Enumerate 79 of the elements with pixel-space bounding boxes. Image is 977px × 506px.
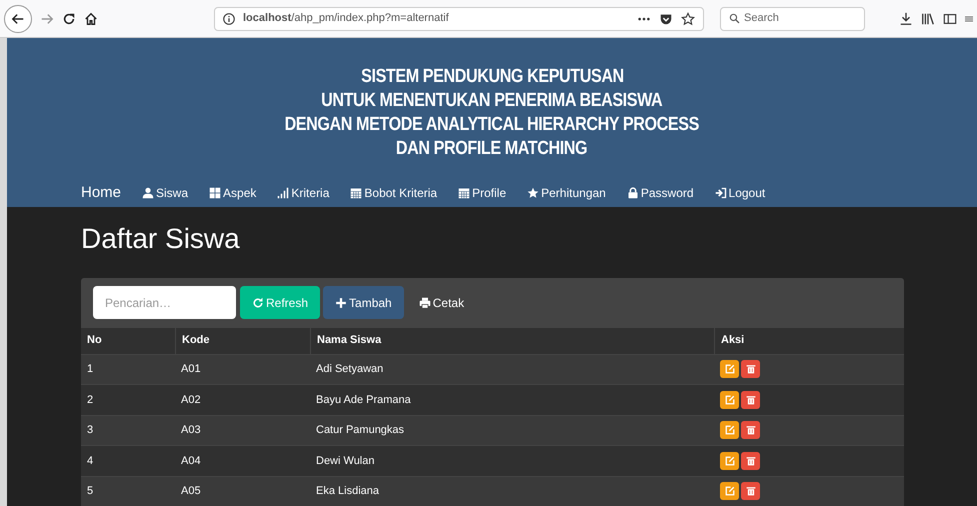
delete-button[interactable] (741, 390, 760, 409)
title-line: DENGAN METODE ANALYTICAL HIERARCHY PROCESS (284, 113, 700, 137)
nav-link[interactable]: Password (626, 184, 694, 202)
printer-icon (418, 296, 431, 308)
lock-icon (626, 187, 639, 200)
edit-button[interactable] (720, 452, 739, 470)
calendar-icon (458, 187, 470, 200)
nav-link[interactable]: Perhitungan (527, 184, 606, 202)
table-cell-text: 2 (86, 392, 94, 408)
table-cell-text: A02 (180, 392, 202, 408)
add-button[interactable]: Tambah (323, 286, 404, 319)
title-line: UNTUK MENENTUKAN PENERIMA BEASISWA (321, 89, 663, 113)
table-cell-text: A04 (180, 454, 202, 468)
signal-bars-icon (277, 187, 290, 200)
edit-button[interactable] (720, 482, 739, 500)
trash-icon (746, 456, 756, 466)
delete-button[interactable] (741, 452, 760, 470)
forward-arrow-icon[interactable] (40, 12, 54, 26)
edit-icon (724, 486, 734, 496)
delete-button[interactable] (741, 360, 760, 378)
nav-link[interactable]: Aspek (209, 184, 256, 202)
trash-icon (746, 486, 756, 496)
table-cell-text: 3 (86, 423, 94, 438)
title-line: SISTEM PENDUKUNG KEPUTUSAN (360, 65, 624, 89)
edit-button[interactable] (720, 390, 739, 409)
table-cell-text: 4 (86, 454, 94, 468)
delete-button[interactable] (741, 482, 760, 500)
refresh-icon (252, 296, 264, 308)
column-header: No (86, 333, 103, 348)
print-button[interactable]: Cetak (406, 286, 476, 319)
grid-icon (209, 187, 222, 200)
edit-button[interactable] (720, 421, 739, 440)
table-cell-text: 1 (86, 362, 94, 377)
login-arrow-icon (714, 187, 727, 200)
nav-link[interactable]: Bobot Kriteria (350, 184, 438, 202)
table-cell-text: Eka Lisdiana (315, 484, 380, 499)
star-icon (527, 187, 540, 200)
table-cell-text: A05 (180, 484, 202, 499)
trash-icon (746, 364, 756, 374)
trash-icon (746, 394, 756, 405)
calendar-icon (350, 187, 362, 200)
user-icon (142, 187, 154, 200)
edit-icon (724, 456, 734, 466)
table-cell-text: Adi Setyawan (315, 362, 384, 377)
title-line: DAN PROFILE MATCHING (396, 137, 588, 161)
table-cell-text: A03 (180, 423, 202, 438)
table-cell-text: Catur Pamungkas (315, 423, 406, 438)
nav-link[interactable]: Profile (458, 184, 506, 202)
plus-icon (335, 296, 348, 308)
search-field[interactable]: Pencarian… (93, 286, 236, 319)
nav-link[interactable]: Siswa (142, 184, 188, 202)
table-cell-text: A01 (180, 362, 202, 377)
sidebar-icon[interactable] (943, 12, 957, 26)
download-icon[interactable] (899, 12, 913, 26)
edit-icon (724, 364, 734, 374)
nav-link[interactable]: Logout (714, 184, 766, 202)
trash-icon (746, 425, 756, 436)
home-icon[interactable] (84, 12, 98, 26)
page-title: Daftar Siswa (81, 222, 241, 256)
back-button[interactable] (4, 4, 32, 32)
delete-button[interactable] (741, 421, 760, 440)
search-field[interactable]: Search (720, 6, 865, 30)
home-link[interactable]: Home (81, 182, 122, 204)
nav-link[interactable]: Kriteria (277, 184, 330, 202)
reload-icon[interactable] (62, 12, 76, 26)
search-icon (729, 13, 740, 24)
table-cell-text: Dewi Wulan (315, 454, 376, 468)
info-icon (223, 12, 235, 24)
edit-icon (724, 394, 734, 405)
url-text: localhost/ahp_pm/index.php?m=alternatif (243, 11, 450, 26)
table-cell-text: 5 (86, 484, 94, 499)
table-cell-text: Bayu Ade Pramana (315, 392, 412, 408)
edit-icon (724, 425, 734, 436)
edit-button[interactable] (720, 360, 739, 378)
library-icon[interactable] (921, 12, 935, 26)
back-arrow-icon (11, 12, 25, 26)
address-bar[interactable]: localhost/ahp_pm/index.php?m=alternatif (214, 6, 704, 30)
search-input[interactable]: Search (744, 10, 856, 27)
star-icon[interactable] (681, 12, 695, 26)
